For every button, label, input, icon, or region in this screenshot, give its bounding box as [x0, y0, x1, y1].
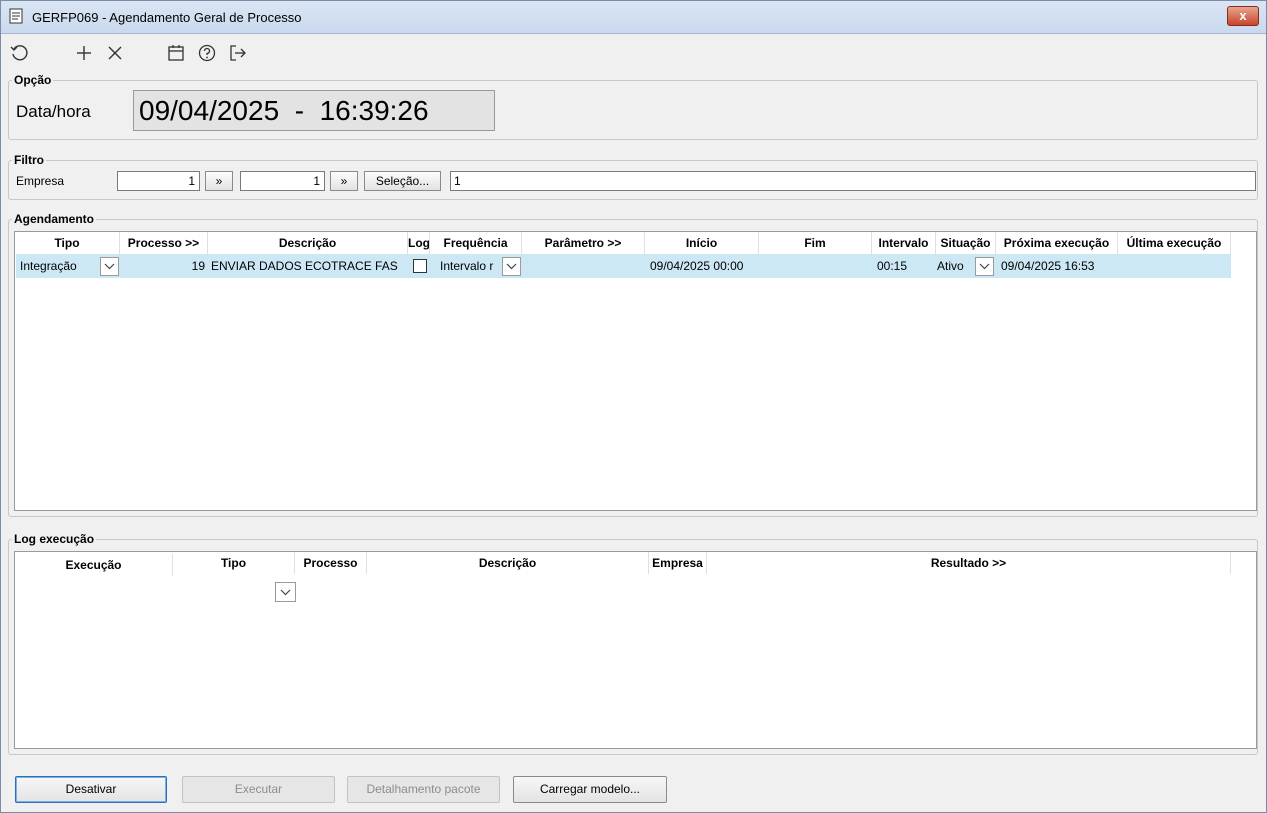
detalhamento-pacote-button[interactable]: Detalhamento pacote — [347, 776, 500, 803]
col-parametro[interactable]: Parâmetro >> — [522, 232, 645, 254]
log-checkbox[interactable] — [413, 259, 427, 273]
situacao-dropdown[interactable] — [975, 257, 994, 276]
col-processo[interactable]: Processo >> — [120, 232, 208, 254]
window-title: GERFP069 - Agendamento Geral de Processo — [32, 10, 302, 25]
col-frequencia[interactable]: Frequência — [430, 232, 522, 254]
refresh-icon[interactable] — [9, 43, 29, 63]
log-tipo-dropdown[interactable] — [275, 582, 296, 602]
col-proxima-execucao[interactable]: Próxima execução — [996, 232, 1118, 254]
chevron-down-icon — [104, 263, 115, 270]
opcao-legend: Opção — [12, 73, 54, 87]
agendamento-legend: Agendamento — [12, 212, 97, 226]
filtro-legend: Filtro — [12, 153, 46, 167]
log-legend: Log execução — [12, 532, 97, 546]
log-grid: Execução Tipo Processo Descrição Empresa… — [14, 551, 1257, 749]
chevron-down-icon — [979, 263, 990, 270]
log-col-resultado[interactable]: Resultado >> — [707, 552, 1231, 574]
calendar-icon[interactable] — [166, 43, 186, 63]
col-descricao[interactable]: Descrição — [208, 232, 408, 254]
add-icon[interactable] — [74, 43, 94, 63]
cell-situacao: Ativo — [937, 259, 964, 273]
datahora-display: 09/04/2025 - 16:39:26 — [133, 90, 495, 131]
col-tipo[interactable]: Tipo — [15, 232, 120, 254]
empresa-to-input[interactable]: 1 — [240, 171, 325, 191]
empresa-label: Empresa — [16, 174, 65, 188]
cell-fim — [764, 254, 872, 278]
col-fim[interactable]: Fim — [759, 232, 872, 254]
close-icon: x — [1239, 8, 1247, 23]
close-button[interactable]: x — [1227, 6, 1259, 26]
empresa-to-lookup-button[interactable]: » — [330, 171, 358, 191]
chevron-down-icon — [506, 263, 517, 270]
cell-tipo: Integração — [20, 259, 77, 273]
title-bar: GERFP069 - Agendamento Geral de Processo… — [0, 0, 1267, 34]
frequencia-dropdown[interactable] — [502, 257, 521, 276]
document-icon — [9, 8, 23, 24]
cell-ultima-execucao — [1121, 254, 1229, 278]
cell-descricao: ENVIAR DADOS ECOTRACE FAS — [211, 259, 398, 273]
datahora-label: Data/hora — [16, 102, 91, 121]
cell-frequencia: Intervalo r — [440, 259, 494, 273]
carregar-modelo-button[interactable]: Carregar modelo... — [513, 776, 667, 803]
empresa-from-input[interactable]: 1 — [117, 171, 200, 191]
help-icon[interactable] — [197, 43, 217, 63]
col-inicio[interactable]: Início — [645, 232, 759, 254]
log-col-execucao[interactable]: Execução — [15, 554, 173, 576]
cell-parametro — [525, 254, 645, 278]
toolbar — [0, 35, 1267, 69]
log-col-descricao[interactable]: Descrição — [367, 552, 649, 574]
selecao-input[interactable]: 1 — [450, 171, 1256, 191]
selecao-button[interactable]: Seleção... — [364, 171, 441, 191]
table-row[interactable]: Integração 19 ENVIAR DADOS ECOTRACE FAS … — [16, 254, 1231, 278]
desativar-button[interactable]: Desativar — [15, 776, 167, 803]
chevron-down-icon — [280, 589, 291, 595]
col-log[interactable]: Log — [408, 232, 430, 254]
exit-icon[interactable] — [228, 43, 248, 63]
col-situacao[interactable]: Situação — [936, 232, 996, 254]
delete-icon[interactable] — [105, 43, 125, 63]
col-ultima-execucao[interactable]: Última execução — [1118, 232, 1231, 254]
agendamento-grid: Tipo Processo >> Descrição Log Frequênci… — [14, 231, 1257, 511]
cell-processo: 19 — [191, 259, 205, 273]
cell-proxima-execucao: 09/04/2025 16:53 — [1001, 259, 1095, 273]
log-col-processo[interactable]: Processo — [295, 552, 367, 574]
col-intervalo[interactable]: Intervalo — [872, 232, 936, 254]
cell-inicio: 09/04/2025 00:00 — [650, 259, 744, 273]
executar-button[interactable]: Executar — [182, 776, 335, 803]
cell-intervalo: 00:15 — [877, 259, 908, 273]
empresa-from-lookup-button[interactable]: » — [205, 171, 233, 191]
log-col-empresa[interactable]: Empresa — [649, 552, 707, 574]
tipo-dropdown[interactable] — [100, 257, 119, 276]
log-col-tipo[interactable]: Tipo — [173, 552, 295, 574]
